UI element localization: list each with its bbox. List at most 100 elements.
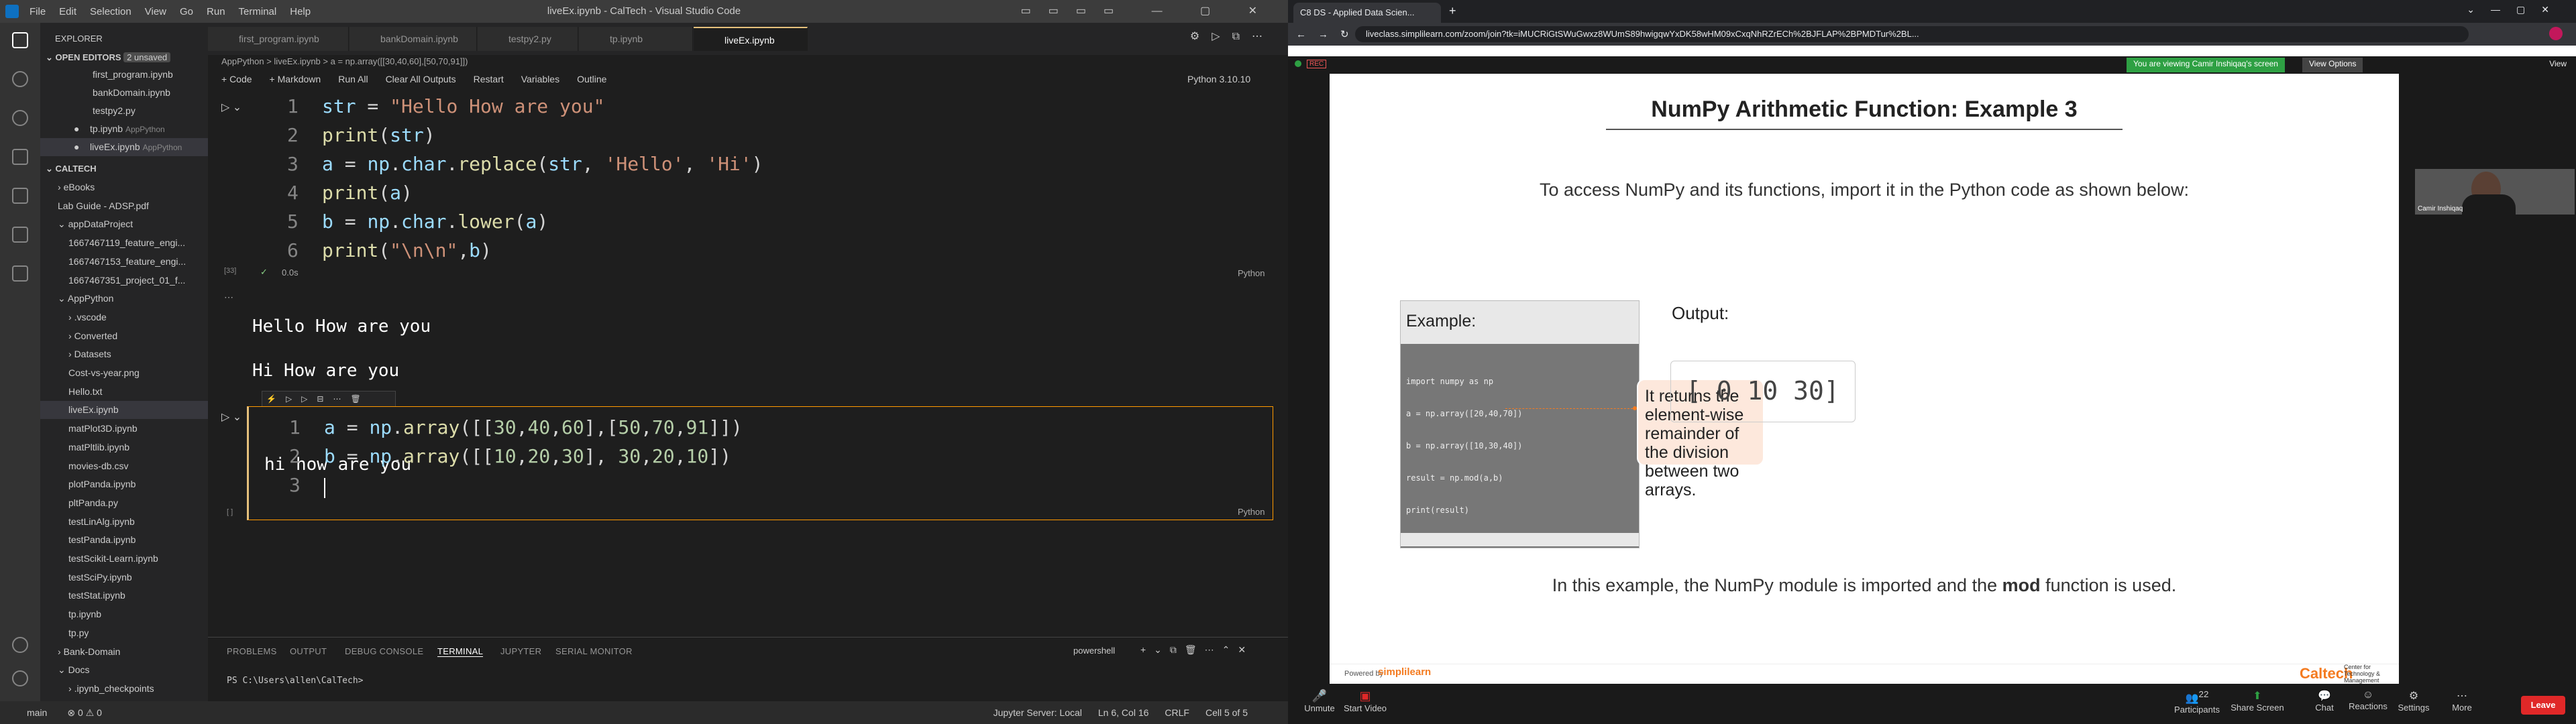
file-tree-item[interactable]: testPanda.ipynb bbox=[40, 531, 208, 549]
cursor-position[interactable]: Ln 6, Col 16 bbox=[1098, 707, 1149, 718]
file-tree-item[interactable]: Cost-vs-year.png bbox=[40, 364, 208, 382]
code-cell-1[interactable]: 1 str = "Hello How are you" 2 print(str) 3 a … bbox=[247, 93, 1273, 282]
cell-1-language[interactable]: Python bbox=[1238, 268, 1265, 278]
panel-actions[interactable]: +⌄⧉🗑⋯⌃✕ bbox=[1140, 644, 1254, 656]
panel-tab-terminal[interactable]: TERMINAL bbox=[437, 646, 484, 657]
file-tree-item[interactable]: tp.ipynb bbox=[40, 605, 208, 623]
restart-button[interactable]: Restart bbox=[474, 74, 504, 93]
panel-tab-debug-console[interactable]: DEBUG CONSOLE bbox=[345, 646, 423, 656]
start-video-button[interactable]: ▣ Start Video bbox=[1335, 689, 1395, 713]
recording-indicator: REC bbox=[1307, 60, 1327, 68]
code-cell-2[interactable]: 1 a = np.array([[30,40,60],[50,70,91]]) 2 b… bbox=[247, 406, 1273, 520]
file-tree-item[interactable]: › Datasets bbox=[40, 345, 208, 363]
caltech-folder-section[interactable]: ⌄ CALTECH bbox=[40, 160, 208, 178]
file-tree-item[interactable]: › Converted bbox=[40, 327, 208, 345]
zoom-top-strip: REC You are viewing Camir Inshiqaq's scr… bbox=[1288, 56, 2576, 74]
file-tree-item[interactable]: › eBooks bbox=[40, 178, 208, 196]
run-debug-icon[interactable] bbox=[12, 149, 28, 165]
file-tree-item[interactable]: testSciPy.ipynb bbox=[40, 568, 208, 587]
open-editor-item[interactable]: ● tp.ipynb AppPython bbox=[40, 120, 208, 138]
tab-tp[interactable]: tp.ipynb bbox=[579, 27, 693, 51]
run-cell-icon[interactable]: ▷ ⌄ bbox=[221, 101, 241, 114]
remote-explorer-icon[interactable] bbox=[12, 265, 28, 282]
nav-buttons[interactable]: ←→↻ bbox=[1296, 28, 1361, 40]
variables-button[interactable]: Variables bbox=[521, 74, 559, 93]
file-tree-item[interactable]: › .ipynb_checkpoints bbox=[40, 680, 208, 698]
add-code-button[interactable]: + Code bbox=[221, 74, 252, 93]
more-button[interactable]: ⋯ More bbox=[2432, 689, 2492, 713]
source-control-icon[interactable] bbox=[12, 110, 28, 126]
explorer-icon[interactable] bbox=[12, 32, 28, 48]
output-menu-icon[interactable]: ⋯ bbox=[224, 292, 233, 303]
branch-status[interactable]: main bbox=[27, 707, 47, 718]
file-tree-item[interactable]: › Bank-Domain bbox=[40, 643, 208, 661]
panel-tab-serial-monitor[interactable]: SERIAL MONITOR bbox=[555, 646, 633, 656]
account-icon[interactable] bbox=[12, 637, 28, 653]
open-editor-item[interactable]: first_program.ipynb bbox=[40, 66, 208, 84]
problems-status[interactable]: ⊗ 0 ⚠ 0 bbox=[67, 707, 102, 719]
file-tree-item[interactable]: matPlot3D.ipynb bbox=[40, 420, 208, 438]
file-tree-item[interactable]: liveEx.ipynb bbox=[40, 401, 208, 420]
tab-first-program[interactable]: first_program.ipynb bbox=[208, 27, 349, 51]
file-tree-item[interactable]: ⌄ Docs bbox=[40, 661, 208, 679]
file-tree-item[interactable]: ⌄ appDataProject bbox=[40, 215, 208, 233]
leave-button[interactable]: Leave bbox=[2521, 696, 2565, 715]
file-tree-item[interactable]: testStat.ipynb bbox=[40, 587, 208, 605]
profile-avatar[interactable] bbox=[2549, 27, 2563, 40]
tab-testpy2[interactable]: testpy2.py bbox=[478, 27, 578, 51]
file-tree-item[interactable]: 1667467351_project_01_f... bbox=[40, 272, 208, 290]
outline-button[interactable]: Outline bbox=[577, 74, 606, 93]
editor-actions[interactable]: ⚙▷⧉⋯ bbox=[1190, 29, 1275, 43]
file-tree-item[interactable]: pltPanda.py bbox=[40, 494, 208, 512]
more-label: More bbox=[2452, 703, 2472, 713]
tab-liveex[interactable]: liveEx.ipynb bbox=[694, 27, 808, 51]
kernel-picker[interactable]: Python 3.10.10 bbox=[1187, 74, 1250, 84]
file-tree-item[interactable]: testLinAlg.ipynb bbox=[40, 513, 208, 531]
panel-tab-problems[interactable]: PROBLEMS bbox=[227, 646, 277, 656]
view-options-button[interactable]: View Options bbox=[2302, 58, 2363, 72]
participant-video[interactable]: Camir Inshiqaq bbox=[2415, 169, 2575, 215]
file-tree-item[interactable]: Hello.txt bbox=[40, 383, 208, 401]
open-editor-item-active[interactable]: ● liveEx.ipynb AppPython bbox=[40, 138, 208, 156]
panel-tab-jupyter[interactable]: JUPYTER bbox=[500, 646, 541, 656]
line-ending[interactable]: CRLF bbox=[1165, 707, 1189, 718]
file-tree-item[interactable]: ⌄ AppPython bbox=[40, 290, 208, 308]
terminal-shell-select[interactable]: powershell bbox=[1073, 646, 1115, 656]
cell-toolbar[interactable]: ⚡▷▷⊟⋯🗑 bbox=[262, 391, 396, 407]
cell-position[interactable]: Cell 5 of 5 bbox=[1205, 707, 1248, 718]
cell-2-exec-count: [ ] bbox=[227, 508, 233, 516]
panel-tab-output[interactable]: OUTPUT bbox=[290, 646, 327, 656]
file-tree-label: 1667467351_project_01_f... bbox=[68, 274, 186, 286]
settings-gear-icon[interactable] bbox=[12, 670, 28, 686]
run-cell-2-icon[interactable]: ▷ ⌄ bbox=[221, 410, 241, 424]
cell-2-language[interactable]: Python bbox=[1238, 507, 1265, 517]
file-tree-item[interactable]: testScikit-Learn.ipynb bbox=[40, 550, 208, 568]
terminal-prompt[interactable]: PS C:\Users\allen\CalTech> bbox=[227, 676, 364, 686]
file-tree-item[interactable]: plotPanda.ipynb bbox=[40, 475, 208, 493]
file-tree-item[interactable]: › .vscode bbox=[40, 308, 208, 326]
file-tree-item[interactable]: Lab Guide - ADSP.pdf bbox=[40, 197, 208, 215]
window-controls[interactable]: ▭▭▭▭ — ▢ ✕ bbox=[1021, 4, 1275, 17]
file-tree-item[interactable]: matPltlib.ipynb bbox=[40, 438, 208, 457]
url-field[interactable]: liveclass.simplilearn.com/zoom/join?tk=i… bbox=[1355, 26, 2469, 42]
run-all-button[interactable]: Run All bbox=[338, 74, 368, 93]
testing-icon[interactable] bbox=[12, 227, 28, 243]
file-tree-item[interactable]: tp.py bbox=[40, 624, 208, 642]
open-editors-section[interactable]: ⌄ OPEN EDITORS 2 unsaved bbox=[40, 48, 208, 66]
clear-outputs-button[interactable]: Clear All Outputs bbox=[386, 74, 456, 93]
open-editor-item[interactable]: bankDomain.ipynb bbox=[40, 84, 208, 102]
chrome-window-controls[interactable]: ⌄—▢✕ bbox=[2467, 4, 2565, 15]
file-tree-item[interactable]: 1667467119_feature_engi... bbox=[40, 234, 208, 252]
add-markdown-button[interactable]: + Markdown bbox=[270, 74, 321, 93]
file-tree-item[interactable]: movies-db.csv bbox=[40, 457, 208, 475]
file-tree-item[interactable]: 1667467153_feature_engi... bbox=[40, 253, 208, 271]
extensions-icon[interactable] bbox=[12, 188, 28, 204]
search-icon[interactable] bbox=[12, 71, 28, 87]
jupyter-server-status[interactable]: Jupyter Server: Local bbox=[994, 707, 1082, 718]
view-button[interactable]: View bbox=[2549, 59, 2567, 68]
tab-bank-domain[interactable]: bankDomain.ipynb bbox=[350, 27, 477, 51]
open-editor-item[interactable]: testpy2.py bbox=[40, 102, 208, 120]
new-tab-button[interactable]: + bbox=[1449, 4, 1456, 18]
breadcrumb[interactable]: AppPython > liveEx.ipynb > a = np.array(… bbox=[221, 56, 468, 66]
chrome-tab[interactable]: C8 DS - Applied Data Scien... bbox=[1293, 3, 1441, 23]
